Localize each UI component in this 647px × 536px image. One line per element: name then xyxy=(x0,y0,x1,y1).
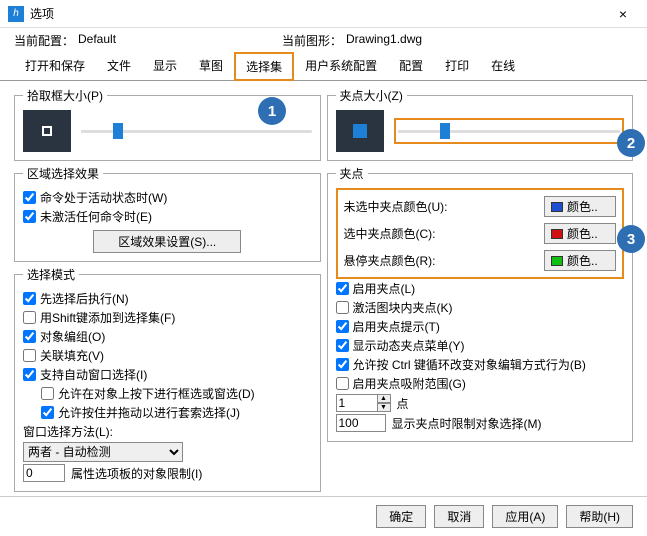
enable-grips[interactable]: 启用夹点(L) xyxy=(336,279,625,298)
unsel-color-button[interactable]: 颜色.. xyxy=(544,196,616,217)
mode-auto-window[interactable]: 支持自动窗口选择(I) xyxy=(23,365,312,384)
tab-bar: 打开和保存 文件 显示 草图 选择集 用户系统配置 配置 打印 在线 xyxy=(0,51,647,81)
prop-limit-label: 属性选项板的对象限制(I) xyxy=(71,465,202,482)
drawing-value: Drawing1.dwg xyxy=(346,32,546,49)
config-value: Default xyxy=(78,32,278,49)
callout-3: 3 xyxy=(617,225,645,253)
pickbox-slider[interactable] xyxy=(81,122,312,140)
unsel-color-label: 未选中夹点颜色(U): xyxy=(344,198,448,215)
tab-online[interactable]: 在线 xyxy=(480,52,526,81)
hover-color-button[interactable]: 颜色.. xyxy=(544,250,616,271)
ctrl-cycle[interactable]: 允许按 Ctrl 键循环改变对象编辑方式行为(B) xyxy=(336,355,625,374)
region-chk-inactive[interactable]: 未激活任何命令时(E) xyxy=(23,207,312,226)
help-button[interactable]: 帮助(H) xyxy=(566,505,633,528)
gripsize-preview xyxy=(336,110,384,152)
gripsize-group: 夹点大小(Z) xyxy=(327,87,634,161)
callout-1: 1 xyxy=(258,97,286,125)
window-method-label: 窗口选择方法(L): xyxy=(23,422,312,441)
grips-in-blocks[interactable]: 激活图块内夹点(K) xyxy=(336,298,625,317)
spin-down-icon[interactable]: ▼ xyxy=(377,403,391,412)
tab-user-sys[interactable]: 用户系统配置 xyxy=(294,52,388,81)
mode-shift-add[interactable]: 用Shift键添加到选择集(F) xyxy=(23,308,312,327)
apply-button[interactable]: 应用(A) xyxy=(492,505,558,528)
tab-profiles[interactable]: 配置 xyxy=(388,52,434,81)
mode-object-group[interactable]: 对象编组(O) xyxy=(23,327,312,346)
drawing-label: 当前图形： xyxy=(282,32,342,49)
snap-range-label: 点 xyxy=(397,395,409,412)
select-mode-group: 选择模式 先选择后执行(N) 用Shift键添加到选择集(F) 对象编组(O) … xyxy=(14,266,321,492)
grip-obj-limit-input[interactable] xyxy=(336,414,386,432)
region-settings-button[interactable]: 区域效果设置(S)... xyxy=(93,230,241,253)
app-icon: h xyxy=(8,6,24,22)
region-legend: 区域选择效果 xyxy=(23,165,103,182)
tab-draft[interactable]: 草图 xyxy=(188,52,234,81)
grip-tips[interactable]: 启用夹点提示(T) xyxy=(336,317,625,336)
gripsize-legend: 夹点大小(Z) xyxy=(336,87,407,104)
gripsize-slider[interactable] xyxy=(398,122,621,140)
mode-assoc-hatch[interactable]: 关联填充(V) xyxy=(23,346,312,365)
tab-open-save[interactable]: 打开和保存 xyxy=(14,52,96,81)
tab-file[interactable]: 文件 xyxy=(96,52,142,81)
pickbox-legend: 拾取框大小(P) xyxy=(23,87,107,104)
region-chk-active[interactable]: 命令处于活动状态时(W) xyxy=(23,188,312,207)
grips-group: 夹点 未选中夹点颜色(U): 颜色.. 选中夹点颜色(C): 颜色.. 悬停夹点… xyxy=(327,165,634,442)
sel-color-label: 选中夹点颜色(C): xyxy=(344,225,436,242)
tab-print[interactable]: 打印 xyxy=(434,52,480,81)
window-title: 选项 xyxy=(30,5,607,22)
snap-range-spinner[interactable]: ▲▼ xyxy=(336,394,391,412)
mode-noun-verb[interactable]: 先选择后执行(N) xyxy=(23,289,312,308)
grips-legend: 夹点 xyxy=(336,165,368,182)
hover-color-label: 悬停夹点颜色(R): xyxy=(344,252,436,269)
dynamic-grip-menu[interactable]: 显示动态夹点菜单(Y) xyxy=(336,336,625,355)
select-mode-legend: 选择模式 xyxy=(23,266,79,283)
callout-2: 2 xyxy=(617,129,645,157)
grip-obj-limit-label: 显示夹点时限制对象选择(M) xyxy=(392,415,542,432)
mode-press-drag-window[interactable]: 允许在对象上按下进行框选或窗选(D) xyxy=(41,384,312,403)
prop-limit-input[interactable] xyxy=(23,464,65,482)
grip-snap-range[interactable]: 启用夹点吸附范围(G) xyxy=(336,374,625,393)
ok-button[interactable]: 确定 xyxy=(376,505,426,528)
cancel-button[interactable]: 取消 xyxy=(434,505,484,528)
tab-selection[interactable]: 选择集 xyxy=(234,52,294,81)
close-icon[interactable]: × xyxy=(607,6,639,22)
pickbox-preview xyxy=(23,110,71,152)
window-method-select[interactable]: 两者 - 自动检测 xyxy=(23,442,183,462)
tab-display[interactable]: 显示 xyxy=(142,52,188,81)
mode-press-drag-lasso[interactable]: 允许按住并拖动以进行套索选择(J) xyxy=(41,403,312,422)
sel-color-button[interactable]: 颜色.. xyxy=(544,223,616,244)
region-group: 区域选择效果 命令处于活动状态时(W) 未激活任何命令时(E) 区域效果设置(S… xyxy=(14,165,321,262)
spin-up-icon[interactable]: ▲ xyxy=(377,394,391,403)
config-label: 当前配置： xyxy=(14,32,74,49)
